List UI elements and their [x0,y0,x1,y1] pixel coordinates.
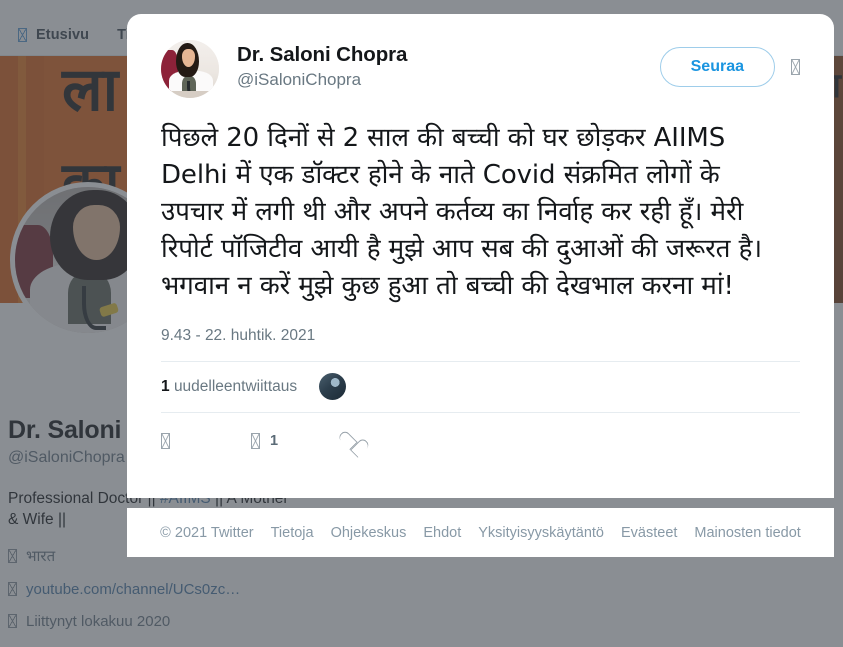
author-avatar-desk [165,91,215,98]
screenshot-root: Etusivu Ti in ला का भा [0,0,843,647]
tweet-timestamp[interactable]: 9.43 - 22. huhtik. 2021 [161,327,800,345]
tweet-stats-row: 1 uudelleentwiittaus [161,360,800,413]
author-display-name[interactable]: Dr. Saloni Chopra [237,42,407,68]
footer-link-privacy-policy[interactable]: Yksityisyyskäytäntö [478,525,604,541]
retweet-stat-label: uudelleentwiittaus [173,377,298,395]
retweet-stat-count: 1 [161,377,170,395]
tweet-modal: Dr. Saloni Chopra @iSaloniChopra Seuraa … [127,14,834,498]
author-avatar-face [181,49,195,67]
tweet-text: पिछले 20 दिनों से 2 साल की बच्ची को घर छ… [161,123,763,301]
footer-link-cookies[interactable]: Evästeet [621,525,677,541]
retweet-stat[interactable]: 1 uudelleentwiittaus [161,378,319,396]
author-names: Dr. Saloni Chopra @iSaloniChopra [237,40,407,90]
tweet-content: Dr. Saloni Chopra @iSaloniChopra Seuraa … [127,14,834,469]
footer-link-terms[interactable]: Ehdot [423,525,461,541]
more-options-icon[interactable] [791,59,800,75]
modal-footer: © 2021 Twitter Tietoja Ohjekeskus Ehdot … [127,508,834,557]
retweet-icon [251,432,260,449]
retweet-action[interactable]: 1 [251,432,341,449]
footer-link-about[interactable]: Tietoja [271,525,314,541]
reply-icon [161,432,170,449]
tweet-header-actions: Seuraa [659,40,800,87]
retweeter-avatar[interactable] [319,373,346,401]
footer-link-ads-info[interactable]: Mainosten tiedot [694,525,800,541]
retweet-action-count: 1 [270,432,279,449]
tweet-header: Dr. Saloni Chopra @iSaloniChopra Seuraa [161,40,800,98]
heart-icon [341,432,361,450]
footer-copyright: © 2021 Twitter [160,524,254,541]
tweet-actions-row: 1 [161,413,800,469]
author-username[interactable]: @iSaloniChopra [237,70,407,90]
follow-button[interactable]: Seuraa [659,47,775,87]
reply-action[interactable] [161,432,251,449]
author-avatar[interactable] [161,40,219,98]
footer-link-help-center[interactable]: Ohjekeskus [331,525,407,541]
like-action[interactable] [341,432,431,450]
